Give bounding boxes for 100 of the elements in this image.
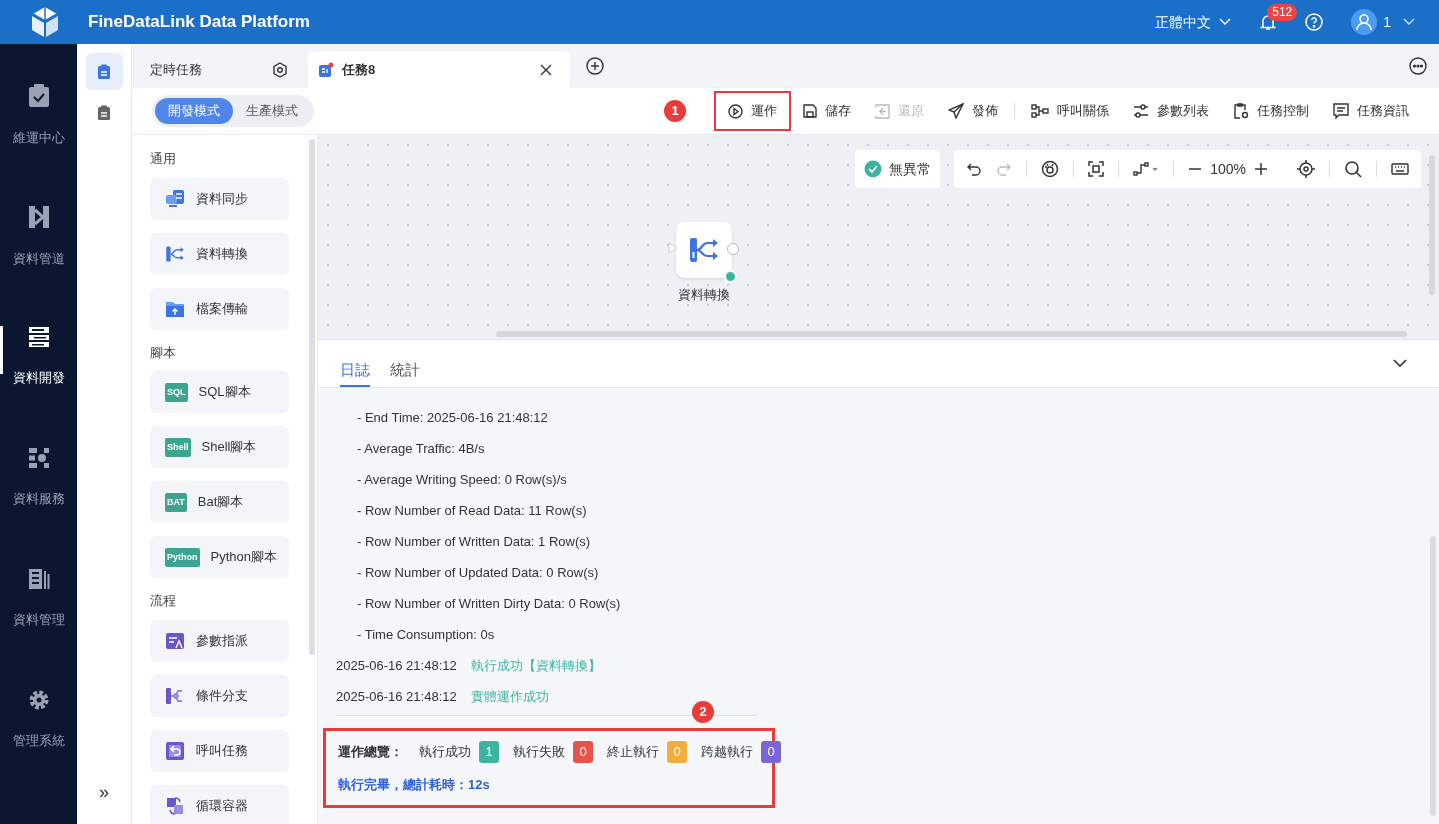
toolbar-button[interactable]: 參數列表 (1121, 91, 1221, 131)
log-line: - Row Number of Written Data: 1 Row(s) (356, 533, 592, 551)
mode-toggle-option[interactable]: 生產模式 (233, 98, 311, 124)
app-title: FineDataLink Data Platform (88, 11, 310, 34)
sidebar-item[interactable]: 資料管理 (0, 568, 77, 689)
toolbar-button[interactable]: 運作 (714, 91, 791, 131)
transform-node[interactable] (676, 222, 732, 278)
notification-count: 512 (1267, 4, 1298, 21)
expand-button[interactable]: » (99, 779, 109, 806)
count-label: 執行失敗 (513, 743, 565, 762)
close-icon[interactable] (540, 63, 552, 76)
clipboard-check-icon (27, 84, 50, 108)
loop-icon (165, 795, 185, 816)
horizontal-scrollbar[interactable] (496, 331, 1407, 337)
log-message: 執行成功【資料轉換】 (470, 657, 601, 675)
section-heading: 通用 (150, 150, 177, 168)
mode-toggle-option[interactable]: 開發模式 (155, 98, 233, 124)
count-badge: 0 (667, 741, 687, 763)
zoom-level: 100% (1210, 159, 1246, 179)
clipboard-gear-icon (1233, 103, 1249, 119)
locate-icon[interactable] (1297, 160, 1315, 178)
check-circle-icon (864, 160, 883, 178)
folder-upload-icon (165, 299, 185, 318)
save-icon (803, 104, 817, 118)
component-item[interactable]: 循環容器 (150, 784, 289, 824)
search-icon[interactable] (1344, 160, 1362, 178)
component-item[interactable]: 檔案傳輸 (150, 287, 289, 330)
task-list-icon (97, 63, 111, 80)
component-item[interactable]: 呼叫任務 (150, 729, 289, 772)
toolbar-button[interactable]: 任務資訊 (1321, 91, 1421, 131)
settings-icon[interactable] (272, 61, 288, 78)
pipeline-icon (27, 205, 50, 229)
toolbar-button[interactable]: 儲存 (791, 91, 863, 131)
log-timestamp: 2025-06-16 21:48:12 (336, 657, 457, 675)
toolbar-button[interactable]: 任務控制 (1221, 91, 1321, 131)
linked-nodes-icon (1031, 104, 1049, 118)
log-line: - Row Number of Written Dirty Data: 0 Row(s) (356, 595, 622, 613)
fit-screen-icon[interactable] (1088, 161, 1105, 177)
tab[interactable]: 任務8 (308, 51, 570, 88)
component-item[interactable]: SQL SQL腳本 (150, 371, 289, 413)
language-dropdown[interactable]: 正體中文 (1155, 11, 1232, 33)
toolbar-button: 還原 (863, 91, 936, 131)
count-badge: 0 (761, 741, 781, 763)
sidebar-item[interactable]: 資料服務 (0, 447, 77, 568)
component-item[interactable]: Python Python腳本 (150, 536, 289, 578)
restore-icon (875, 103, 890, 119)
user-name[interactable]: 1 (1383, 11, 1391, 33)
script-icon: Shell (165, 437, 191, 457)
component-item[interactable]: Shell Shell腳本 (150, 426, 289, 468)
component-item[interactable]: BAT Bat腳本 (150, 481, 289, 523)
log-line: - Row Number of Read Data: 11 Row(s) (356, 502, 588, 520)
vertical-scrollbar[interactable] (1429, 155, 1435, 295)
summary-footer: 執行完畢，總計耗時：12s (338, 775, 760, 795)
section-heading: 腳本 (150, 343, 177, 362)
server-rows-icon (27, 326, 50, 348)
log-line: - Row Number of Updated Data: 0 Row(s) (356, 564, 600, 582)
input-port-icon (668, 242, 678, 254)
log-tab[interactable]: 統計 (390, 339, 420, 387)
user-avatar-icon[interactable] (1351, 9, 1378, 35)
connector-style-icon[interactable] (1133, 161, 1160, 177)
status-indicator: 無異常 (855, 150, 941, 188)
message-icon (1333, 103, 1349, 119)
log-line: - Time Consumption: 0s (356, 626, 496, 644)
collapse-icon[interactable] (1393, 359, 1407, 368)
count-badge: 0 (573, 741, 593, 763)
branch-icon (165, 685, 185, 706)
component-item[interactable]: 資料轉換 (150, 232, 289, 275)
log-line: - End Time: 2025-06-16 21:48:12 (356, 409, 549, 427)
tab[interactable]: 定時任務 (132, 51, 306, 88)
keyboard-icon[interactable] (1391, 162, 1409, 176)
settings-icon (27, 689, 50, 711)
summary-title: 運作總覽： (338, 743, 403, 762)
undo-icon[interactable] (966, 161, 983, 177)
scrollbar[interactable] (309, 139, 315, 655)
parameter-icon (165, 630, 185, 651)
step-marker: 2 (692, 701, 714, 723)
component-item[interactable]: 資料同步 (150, 177, 289, 220)
help-icon[interactable] (1305, 13, 1324, 31)
script-icon: BAT (165, 492, 187, 512)
log-tab[interactable]: 日誌 (340, 339, 370, 387)
paper-plane-icon (948, 103, 964, 119)
sidebar-item[interactable]: 資料管道 (0, 205, 77, 326)
more-icon[interactable] (1409, 57, 1427, 75)
toolbar-button[interactable]: 發佈 (936, 91, 1010, 131)
count-label: 執行成功 (419, 743, 471, 762)
palette-icon[interactable] (1041, 160, 1060, 178)
sidebar-item[interactable]: 資料開發 (0, 326, 77, 447)
sidebar-button[interactable] (85, 53, 123, 90)
sidebar-item[interactable]: 維運中心 (0, 84, 77, 205)
log-timestamp: 2025-06-16 21:48:12 (336, 688, 457, 706)
zoom-in-icon[interactable] (1254, 162, 1268, 176)
section-heading: 流程 (150, 592, 177, 610)
component-item[interactable]: 參數指派 (150, 619, 289, 662)
log-scrollbar[interactable] (1430, 536, 1436, 816)
component-item[interactable]: 條件分支 (150, 674, 289, 717)
chevron-down-icon[interactable] (1403, 18, 1415, 26)
add-tab-icon[interactable] (586, 57, 604, 75)
sidebar-item[interactable]: 管理系統 (0, 689, 77, 810)
toolbar-button[interactable]: 呼叫關係 (1019, 91, 1121, 131)
log-line: - Average Traffic: 4B/s (356, 440, 486, 458)
